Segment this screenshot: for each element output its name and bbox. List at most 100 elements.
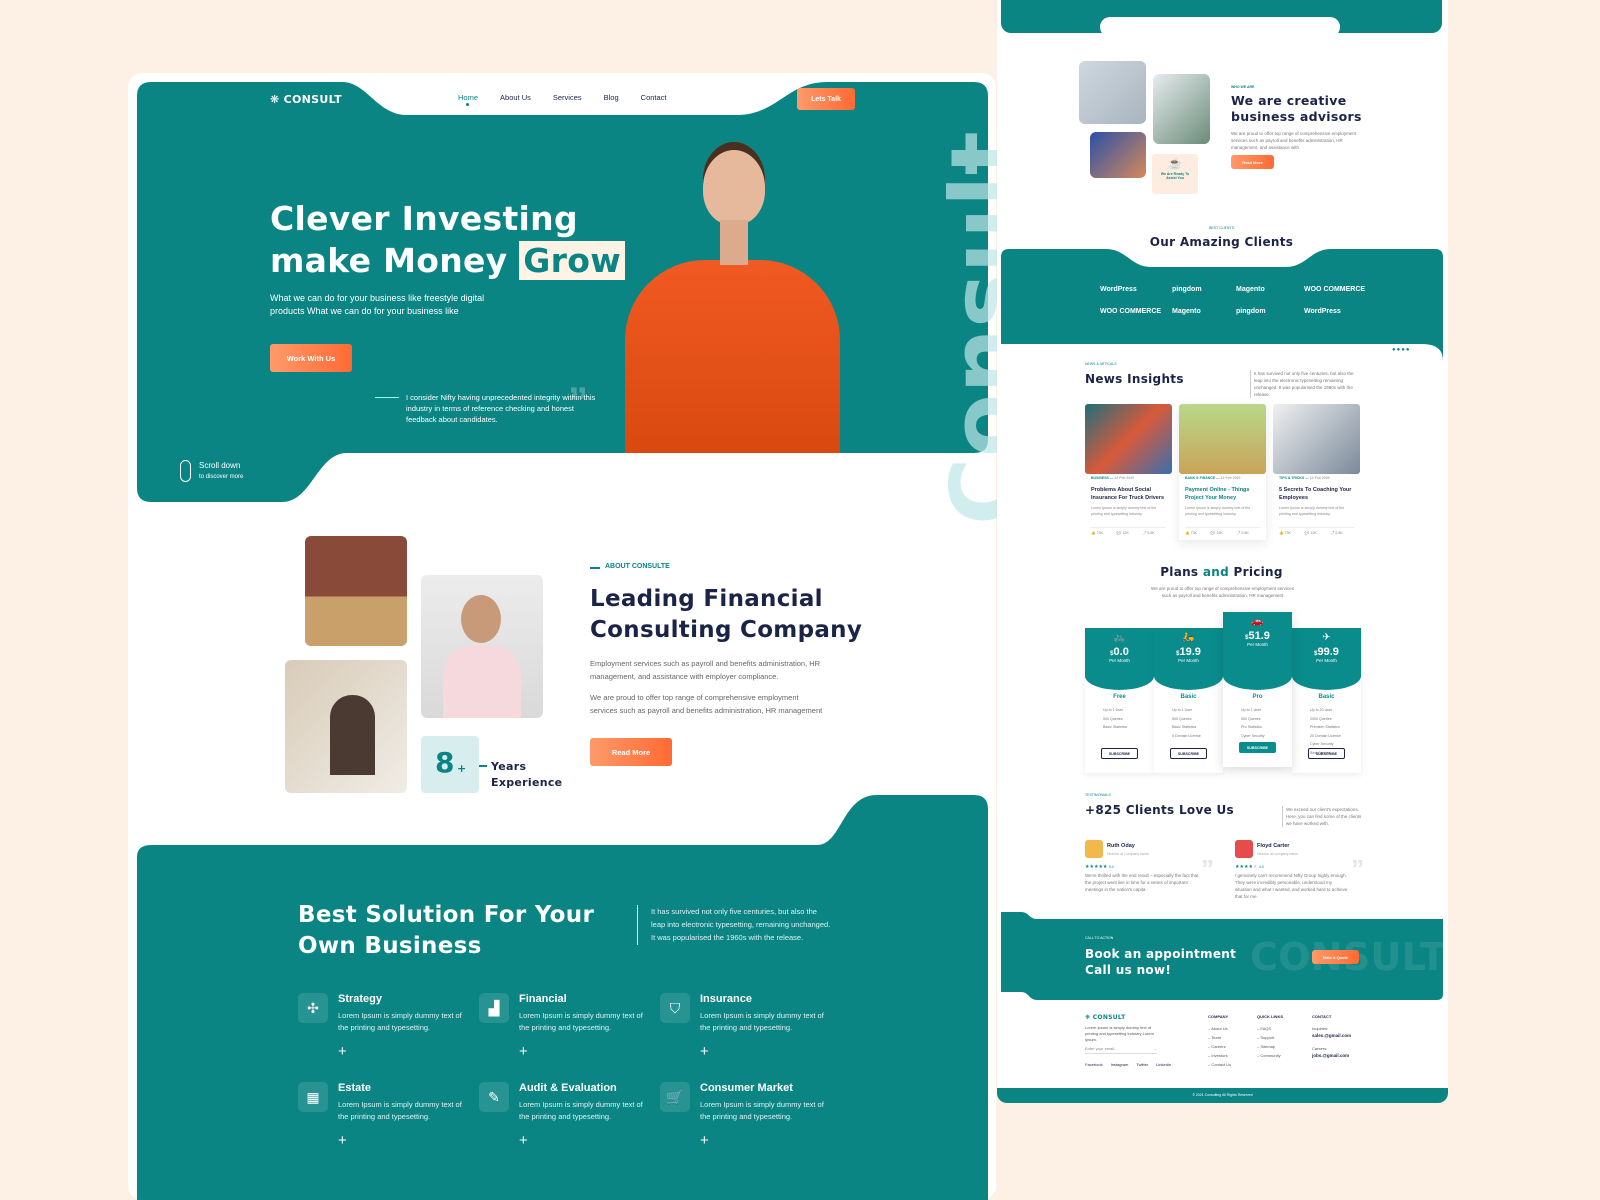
careers-email[interactable]: jobs.@gmail.com	[1312, 1053, 1349, 1058]
plan-feature: Cyber Security	[1241, 733, 1265, 738]
arrow-right-icon[interactable]: →	[1153, 1046, 1157, 1051]
plus-icon[interactable]: +	[700, 1043, 709, 1060]
plus-icon[interactable]: +	[700, 1132, 709, 1149]
subscribe-button[interactable]: SUBSCRIBE	[1101, 748, 1138, 759]
clients-eyebrow: BEST CLIENTS	[1209, 226, 1234, 230]
comment-icon[interactable]: 💬 12K	[1305, 531, 1317, 536]
years-badge: 8 +	[421, 736, 479, 793]
quote-icon: ”	[1201, 854, 1214, 884]
comment-icon[interactable]: 💬 12K	[1117, 531, 1129, 536]
newsletter-email-input[interactable]: Enter your email... →	[1085, 1046, 1157, 1054]
plan-feature: 500 Queries	[1241, 716, 1261, 721]
footer-link[interactable]: – Investors	[1208, 1051, 1228, 1060]
like-icon[interactable]: 👍 73K	[1091, 531, 1103, 536]
plus-icon[interactable]: +	[338, 1043, 347, 1060]
client-logo: pingdom	[1172, 286, 1202, 293]
inquiries-label: Inquiries:	[1312, 1026, 1329, 1031]
plan-feature: Basic Statistics	[1103, 725, 1128, 729]
testimonial: Floyd Carter Director at company name ★★★★…	[1235, 840, 1370, 899]
service-0[interactable]: ✣ Strategy Lorem Ipsum is simply dummy tex…	[298, 993, 468, 1063]
client-logo: Magento	[1172, 308, 1201, 315]
cart-icon: 🛒	[660, 1082, 690, 1112]
footer-link[interactable]: – Careers	[1208, 1042, 1226, 1051]
like-icon[interactable]: 👍 73K	[1279, 531, 1291, 536]
about-title: Leading Financial Consulting Company	[590, 586, 863, 643]
linkedin-link[interactable]: Linkedin	[1156, 1062, 1171, 1067]
service-1[interactable]: ▟ Financial Lorem Ipsum is simply dummy te…	[479, 993, 649, 1063]
news-title-link[interactable]: Problems About Social Insurance For Truc…	[1091, 486, 1166, 502]
grid-icon: ▦	[298, 1082, 328, 1112]
footer-logo[interactable]: ❋ CONSULT	[1085, 1014, 1125, 1021]
client-logo: WOO COMMERCE	[1304, 286, 1366, 293]
news-card[interactable]: TIPS & TRICKS — 12 Feb 2020 5 Secrets To …	[1273, 404, 1360, 540]
work-with-us-button[interactable]: Work With Us	[270, 344, 352, 372]
subscribe-button[interactable]: SUBSCRIBE	[1239, 742, 1276, 753]
testimonials-desc: We exceed our client's expectations. Her…	[1282, 806, 1362, 827]
solutions-desc: It has survived not only five centuries,…	[651, 907, 831, 942]
subscribe-button[interactable]: SUBSCRIBE	[1170, 748, 1207, 759]
who-photo-team	[1079, 61, 1146, 124]
about-photo-woman-working	[285, 660, 407, 793]
like-icon[interactable]: 👍 73K	[1185, 531, 1197, 536]
plan-feature: Pro Statistics	[1241, 725, 1262, 729]
comment-icon[interactable]: 💬 12K	[1211, 531, 1223, 536]
facebook-link[interactable]: Facebook	[1085, 1062, 1103, 1067]
years-dash	[479, 765, 487, 767]
plan-feature: Basic Statistics	[1172, 725, 1197, 729]
footer-link[interactable]: – Sitemap	[1257, 1042, 1275, 1051]
footer-link[interactable]: – Team	[1208, 1033, 1221, 1042]
nav-services[interactable]: Services	[553, 93, 582, 102]
service-2[interactable]: ⛉ Insurance Lorem Ipsum is simply dummy te…	[660, 993, 830, 1063]
plus-icon[interactable]: +	[338, 1132, 347, 1149]
logo[interactable]: ❋ CONSULT	[270, 93, 342, 106]
footer-link[interactable]: – FAQS	[1257, 1024, 1271, 1033]
service-5[interactable]: 🛒 Consumer Market Lorem Ipsum is simply du…	[660, 1082, 830, 1152]
inquiries-email[interactable]: sales.@gmail.com	[1312, 1033, 1351, 1038]
client-logo: pingdom	[1236, 308, 1266, 315]
pricing-plan-0: 🚲 $0.0 Per Month Free Up to 1 User 500 Querie…	[1085, 628, 1154, 773]
footer-link[interactable]: – Community	[1257, 1051, 1281, 1060]
footer-link[interactable]: – Support	[1257, 1033, 1274, 1042]
main-nav: Home About Us Services Blog Contact	[458, 93, 667, 102]
share-icon[interactable]: ⤴ 5.8K	[1237, 531, 1249, 536]
plus-icon[interactable]: +	[519, 1043, 528, 1060]
scroll-down-sub: to discover more	[199, 474, 244, 480]
nav-home[interactable]: Home	[458, 93, 478, 102]
about-eyebrow: ABOUT CONSULTE	[605, 563, 670, 570]
lets-talk-button[interactable]: Lets Talk	[797, 88, 855, 110]
carousel-dots[interactable]: ●●●●	[1392, 347, 1411, 353]
testimonials-eyebrow: TESTIMONIALS	[1085, 793, 1111, 797]
news-title-link[interactable]: 5 Secrets To Coaching Your Employees	[1279, 486, 1354, 502]
who-read-more-button[interactable]: Read More	[1231, 155, 1274, 169]
careers-label: Careers:	[1312, 1046, 1328, 1051]
news-card[interactable]: BANK & FINANCE — 12 Feb 2020 Payment Onli…	[1179, 404, 1266, 540]
car-icon: 🚗	[1251, 616, 1264, 627]
subscribe-button[interactable]: SUBSCRIBE	[1308, 748, 1345, 759]
active-indicator	[466, 103, 469, 106]
plan-feature: Up to 1 User	[1241, 708, 1262, 712]
mouse-scroll-icon[interactable]	[180, 460, 191, 482]
instagram-link[interactable]: Instagram	[1111, 1062, 1129, 1067]
plus-icon[interactable]: +	[519, 1132, 528, 1149]
nav-blog[interactable]: Blog	[604, 93, 619, 102]
news-title-link[interactable]: Payment Online - Things Project Your Mon…	[1185, 486, 1260, 502]
nav-contact[interactable]: Contact	[641, 93, 667, 102]
footer-link[interactable]: – About Us	[1208, 1024, 1228, 1033]
nav-about[interactable]: About Us	[500, 93, 531, 102]
service-3[interactable]: ▦ Estate Lorem Ipsum is simply dummy text …	[298, 1082, 468, 1152]
news-card[interactable]: BUSINESS — 12 Feb 2020 Problems About Soc…	[1085, 404, 1172, 540]
about-read-more-button[interactable]: Read More	[590, 738, 672, 766]
twitter-link[interactable]: Twitter	[1136, 1062, 1148, 1067]
share-icon[interactable]: ⤴ 5.8K	[1331, 531, 1343, 536]
footer-link[interactable]: – Contact Us	[1208, 1060, 1231, 1069]
scroll-down-label[interactable]: Scroll down	[199, 461, 240, 470]
bicycle-icon: 🚲	[1113, 632, 1126, 643]
cta-eyebrow: CALL TO ACTION	[1085, 936, 1114, 940]
news-image	[1179, 404, 1266, 474]
get-quote-button[interactable]: Gate A Quote	[1312, 950, 1359, 964]
service-4[interactable]: ✎ Audit & Evaluation Lorem Ipsum is simply…	[479, 1082, 649, 1152]
share-icon[interactable]: ⤴ 5.8K	[1143, 531, 1155, 536]
about-paragraph-1: Employment services such as payroll and …	[590, 659, 821, 681]
eyebrow-dash	[590, 567, 600, 569]
solutions-title: Best Solution For Your Own Business	[298, 902, 595, 959]
